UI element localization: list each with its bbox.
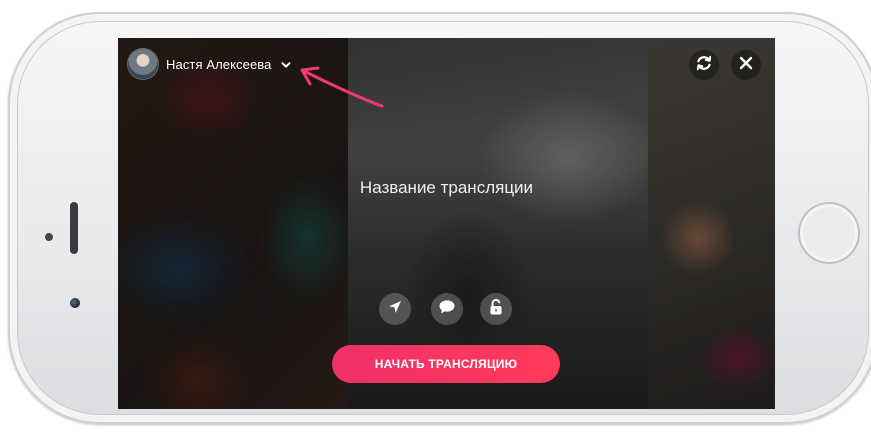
- close-icon: [738, 55, 754, 76]
- comments-button[interactable]: [431, 293, 463, 325]
- privacy-button[interactable]: [480, 293, 512, 325]
- live-broadcast-screen: Настя Алексеева Название трансляции НАЧА…: [118, 38, 775, 409]
- home-button[interactable]: [798, 202, 860, 264]
- comment-bubble-icon: [438, 299, 456, 320]
- location-button[interactable]: [379, 293, 411, 325]
- camera-switch-icon: [695, 54, 713, 77]
- close-button[interactable]: [731, 50, 761, 80]
- start-broadcast-button[interactable]: НАЧАТЬ ТРАНСЛЯЦИЮ: [332, 345, 560, 383]
- unlock-icon: [488, 298, 504, 321]
- front-camera: [70, 298, 80, 308]
- account-name: Настя Алексеева: [166, 56, 272, 72]
- proximity-sensor: [45, 233, 53, 241]
- stage: Настя Алексеева Название трансляции НАЧА…: [0, 0, 871, 432]
- earpiece-speaker: [70, 202, 78, 254]
- annotation-arrow: [300, 66, 384, 108]
- account-selector[interactable]: Настя Алексеева: [128, 49, 292, 79]
- location-arrow-icon: [387, 299, 403, 320]
- switch-camera-button[interactable]: [689, 50, 719, 80]
- avatar: [128, 49, 158, 79]
- broadcast-title-input[interactable]: Название трансляции: [118, 178, 775, 198]
